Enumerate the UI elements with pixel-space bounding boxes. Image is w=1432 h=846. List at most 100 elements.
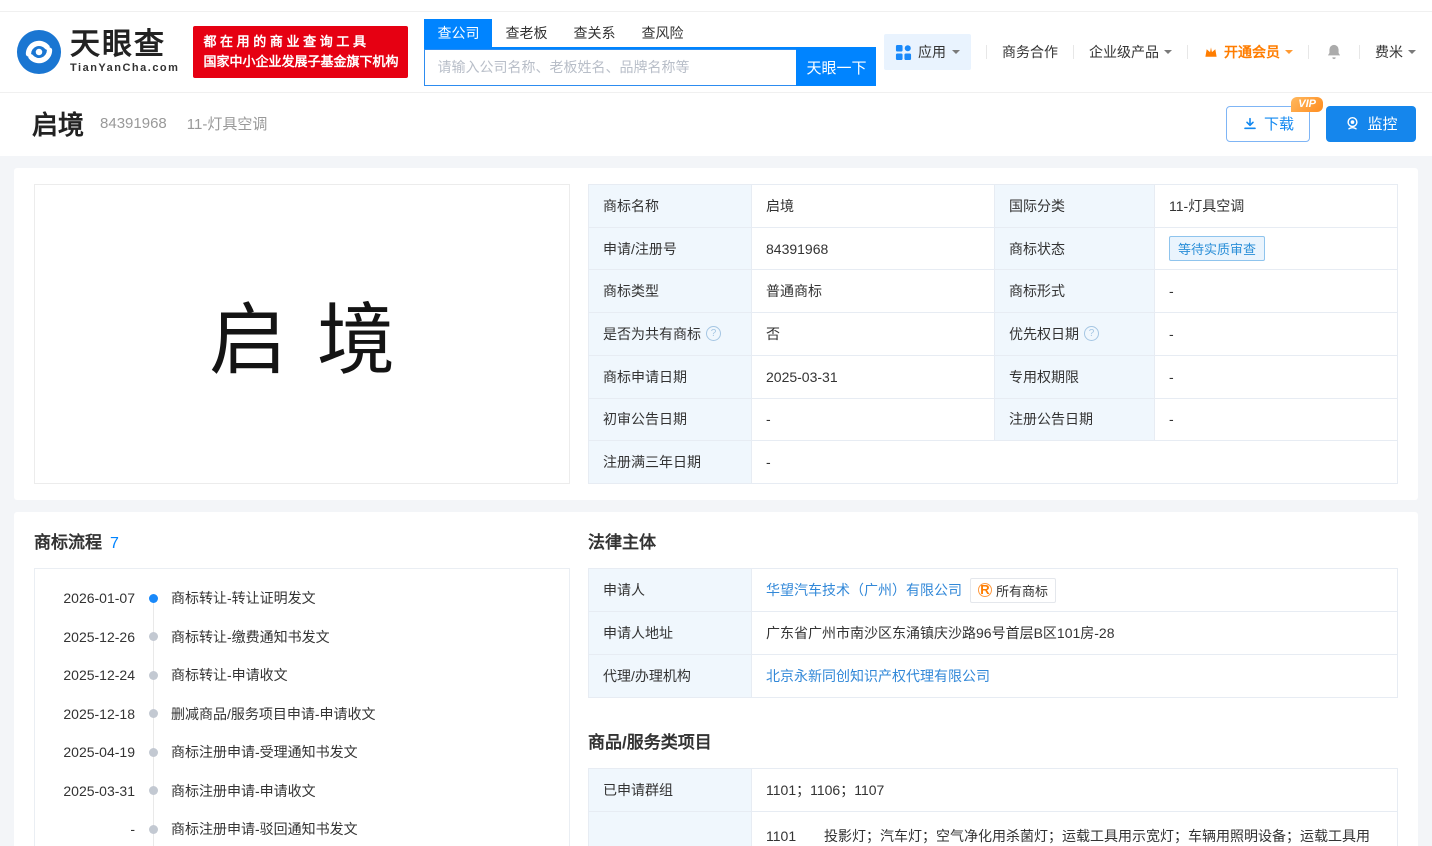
timeline-dot [149,593,158,603]
legal-entity-table: 申请人 华望汽车技术（广州）有限公司 R 所有商标 申请人地址 广东省广州市南沙… [588,568,1398,698]
goods-label-empty [589,812,752,846]
timeline-item: 2026-01-07 商标转让-转让证明发文 [35,579,569,618]
timeline-dot [149,786,158,796]
title-bar: 启境 84391968 11-灯具空调 下载 VIP 监控 [0,93,1432,156]
info-value: - [1155,355,1398,399]
trademark-image: 启境 [34,184,570,484]
notification-bell-icon[interactable] [1324,42,1344,62]
trademark-image-text: 启境 [208,296,425,386]
search-tabs: 查公司 查老板 查关系 查风险 [424,18,877,49]
download-button[interactable]: 下载 VIP [1226,96,1323,142]
monitor-button[interactable]: 监控 [1326,105,1416,142]
info-value: 84391968 [752,227,995,271]
info-value: - [752,441,1398,484]
timeline-text: 删减商品/服务项目申请-申请收文 [171,705,376,722]
crown-icon [1203,44,1219,60]
trademark-process-section: 商标流程 7 2026-01-07 商标转让-转让证明发文 2025-12-26… [34,528,570,846]
timeline-dot [149,632,158,642]
timeline-item: 2025-12-18 删减商品/服务项目申请-申请收文 [35,695,569,734]
trademark-overview-card: 启境 商标名称 启境 国际分类 11-灯具空调 申请/注册号 84391968 … [14,168,1418,500]
monitor-label: 监控 [1367,116,1398,133]
goods-section-title: 商品/服务类项目 [588,733,712,752]
timeline-date: - [130,821,135,838]
nav-business-cooperation[interactable]: 商务合作 [1002,42,1058,62]
info-label: 国际分类 [995,185,1155,228]
goods-label: 已申请群组 [589,769,752,812]
chevron-down-icon [1285,50,1293,58]
tianyancha-logo[interactable]: 天眼查 TianYanCha.com [16,29,179,75]
timeline-date: 2025-04-19 [63,744,135,761]
nav-apps[interactable]: 应用 [884,34,971,70]
timeline-date: 2026-01-07 [63,590,135,607]
registered-r-icon: R [978,583,992,597]
legal-label: 申请人 [589,569,752,612]
header-search: 查公司 查老板 查关系 查风险 天眼一下 [424,18,877,86]
goods-services-table: 已申请群组 1101；1106；1107 1101 投影灯；汽车灯；空气净化用杀… [588,768,1398,846]
info-label: 商标状态 [995,227,1155,271]
chevron-down-icon [1164,50,1172,58]
legal-value-agent: 北京永新同创知识产权代理有限公司 [752,655,1398,698]
search-input[interactable] [424,48,797,86]
apps-grid-icon [895,44,912,61]
help-question-icon[interactable]: ? [706,326,721,342]
divider [1359,45,1360,59]
info-value: 普通商标 [752,270,995,314]
timeline-dot [149,747,158,757]
goods-detail-row: 1101 投影灯；汽车灯；空气净化用杀菌灯；运载工具用示宽灯；车辆用照明设备；运… [752,812,1398,846]
search-button[interactable]: 天眼一下 [796,48,877,86]
download-label: 下载 [1263,116,1294,133]
vip-badge: VIP [1291,96,1323,112]
timeline-text: 商标注册申请-申请收文 [171,782,316,799]
info-value: 11-灯具空调 [1155,185,1398,228]
all-trademarks-badge[interactable]: R 所有商标 [970,577,1057,603]
divider [986,45,987,59]
goods-applied-groups: 1101；1106；1107 [752,769,1398,812]
registration-number: 84391968 [100,115,167,132]
nav-user-menu[interactable]: 费米 [1375,42,1416,62]
nav-open-vip[interactable]: 开通会员 [1203,42,1293,62]
timeline-text: 商标转让-转让证明发文 [171,590,316,607]
info-value: 2025-03-31 [752,355,995,399]
info-label: 申请/注册号 [589,227,752,271]
timeline-item: 2025-04-19 商标注册申请-受理通知书发文 [35,733,569,772]
brand-slogan-badge: 都 在 用 的 商 业 查 询 工 具 国家中小企业发展子基金旗下机构 [193,25,409,79]
legal-label: 代理/办理机构 [589,655,752,698]
legal-value-address: 广东省广州市南沙区东涌镇庆沙路96号首层B区101房-28 [752,612,1398,655]
info-label: 商标申请日期 [589,355,752,399]
help-question-icon[interactable]: ? [1084,326,1099,342]
info-label: 初审公告日期 [589,398,752,442]
tab-search-boss[interactable]: 查老板 [492,19,560,47]
status-badge[interactable]: 等待实质审查 [1169,236,1266,262]
info-value: - [1155,270,1398,314]
tab-search-company[interactable]: 查公司 [424,18,493,47]
timeline-dot [149,824,158,834]
slogan-line-2: 国家中小企业发展子基金旗下机构 [203,54,399,69]
top-hairline [0,0,1432,12]
applicant-company-link[interactable]: 华望汽车技术（广州）有限公司 [766,580,962,600]
tab-search-relation[interactable]: 查关系 [560,19,628,47]
info-value: - [1155,398,1398,442]
timeline-date: 2025-03-31 [63,782,135,799]
tab-search-risk[interactable]: 查风险 [628,19,696,47]
timeline-text: 商标注册申请-受理通知书发文 [171,744,358,761]
slogan-line-1: 都 在 用 的 商 业 查 询 工 具 [203,33,366,49]
timeline-date: 2025-12-24 [63,667,135,684]
timeline-item: 2025-12-26 商标转让-缴费通知书发文 [35,618,569,657]
timeline-text: 商标转让-缴费通知书发文 [171,628,330,645]
agent-company-link[interactable]: 北京永新同创知识产权代理有限公司 [766,666,990,686]
info-label: 专用权期限 [995,355,1155,399]
legal-entity-section: 法律主体 申请人 华望汽车技术（广州）有限公司 R 所有商标 申请人地址 广东省… [588,528,1398,846]
goods-group-code: 1101 [766,828,797,844]
trademark-info-table: 商标名称 启境 国际分类 11-灯具空调 申请/注册号 84391968 商标状… [588,184,1398,484]
info-label: 商标形式 [995,270,1155,314]
timeline-date: 2025-12-18 [63,705,135,722]
info-value: 启境 [752,185,995,228]
chevron-down-icon [1408,50,1416,58]
header-nav: 应用 商务合作 企业级产品 开通会员 费米 [884,34,1416,70]
logo-text-en: TianYanCha.com [70,62,180,74]
timeline-text: 商标转让-申请收文 [171,667,288,684]
process-timeline: 2026-01-07 商标转让-转让证明发文 2025-12-26 商标转让-缴… [34,568,570,846]
nav-enterprise-products[interactable]: 企业级产品 [1089,42,1172,62]
divider [1187,45,1188,59]
divider [1073,45,1074,59]
